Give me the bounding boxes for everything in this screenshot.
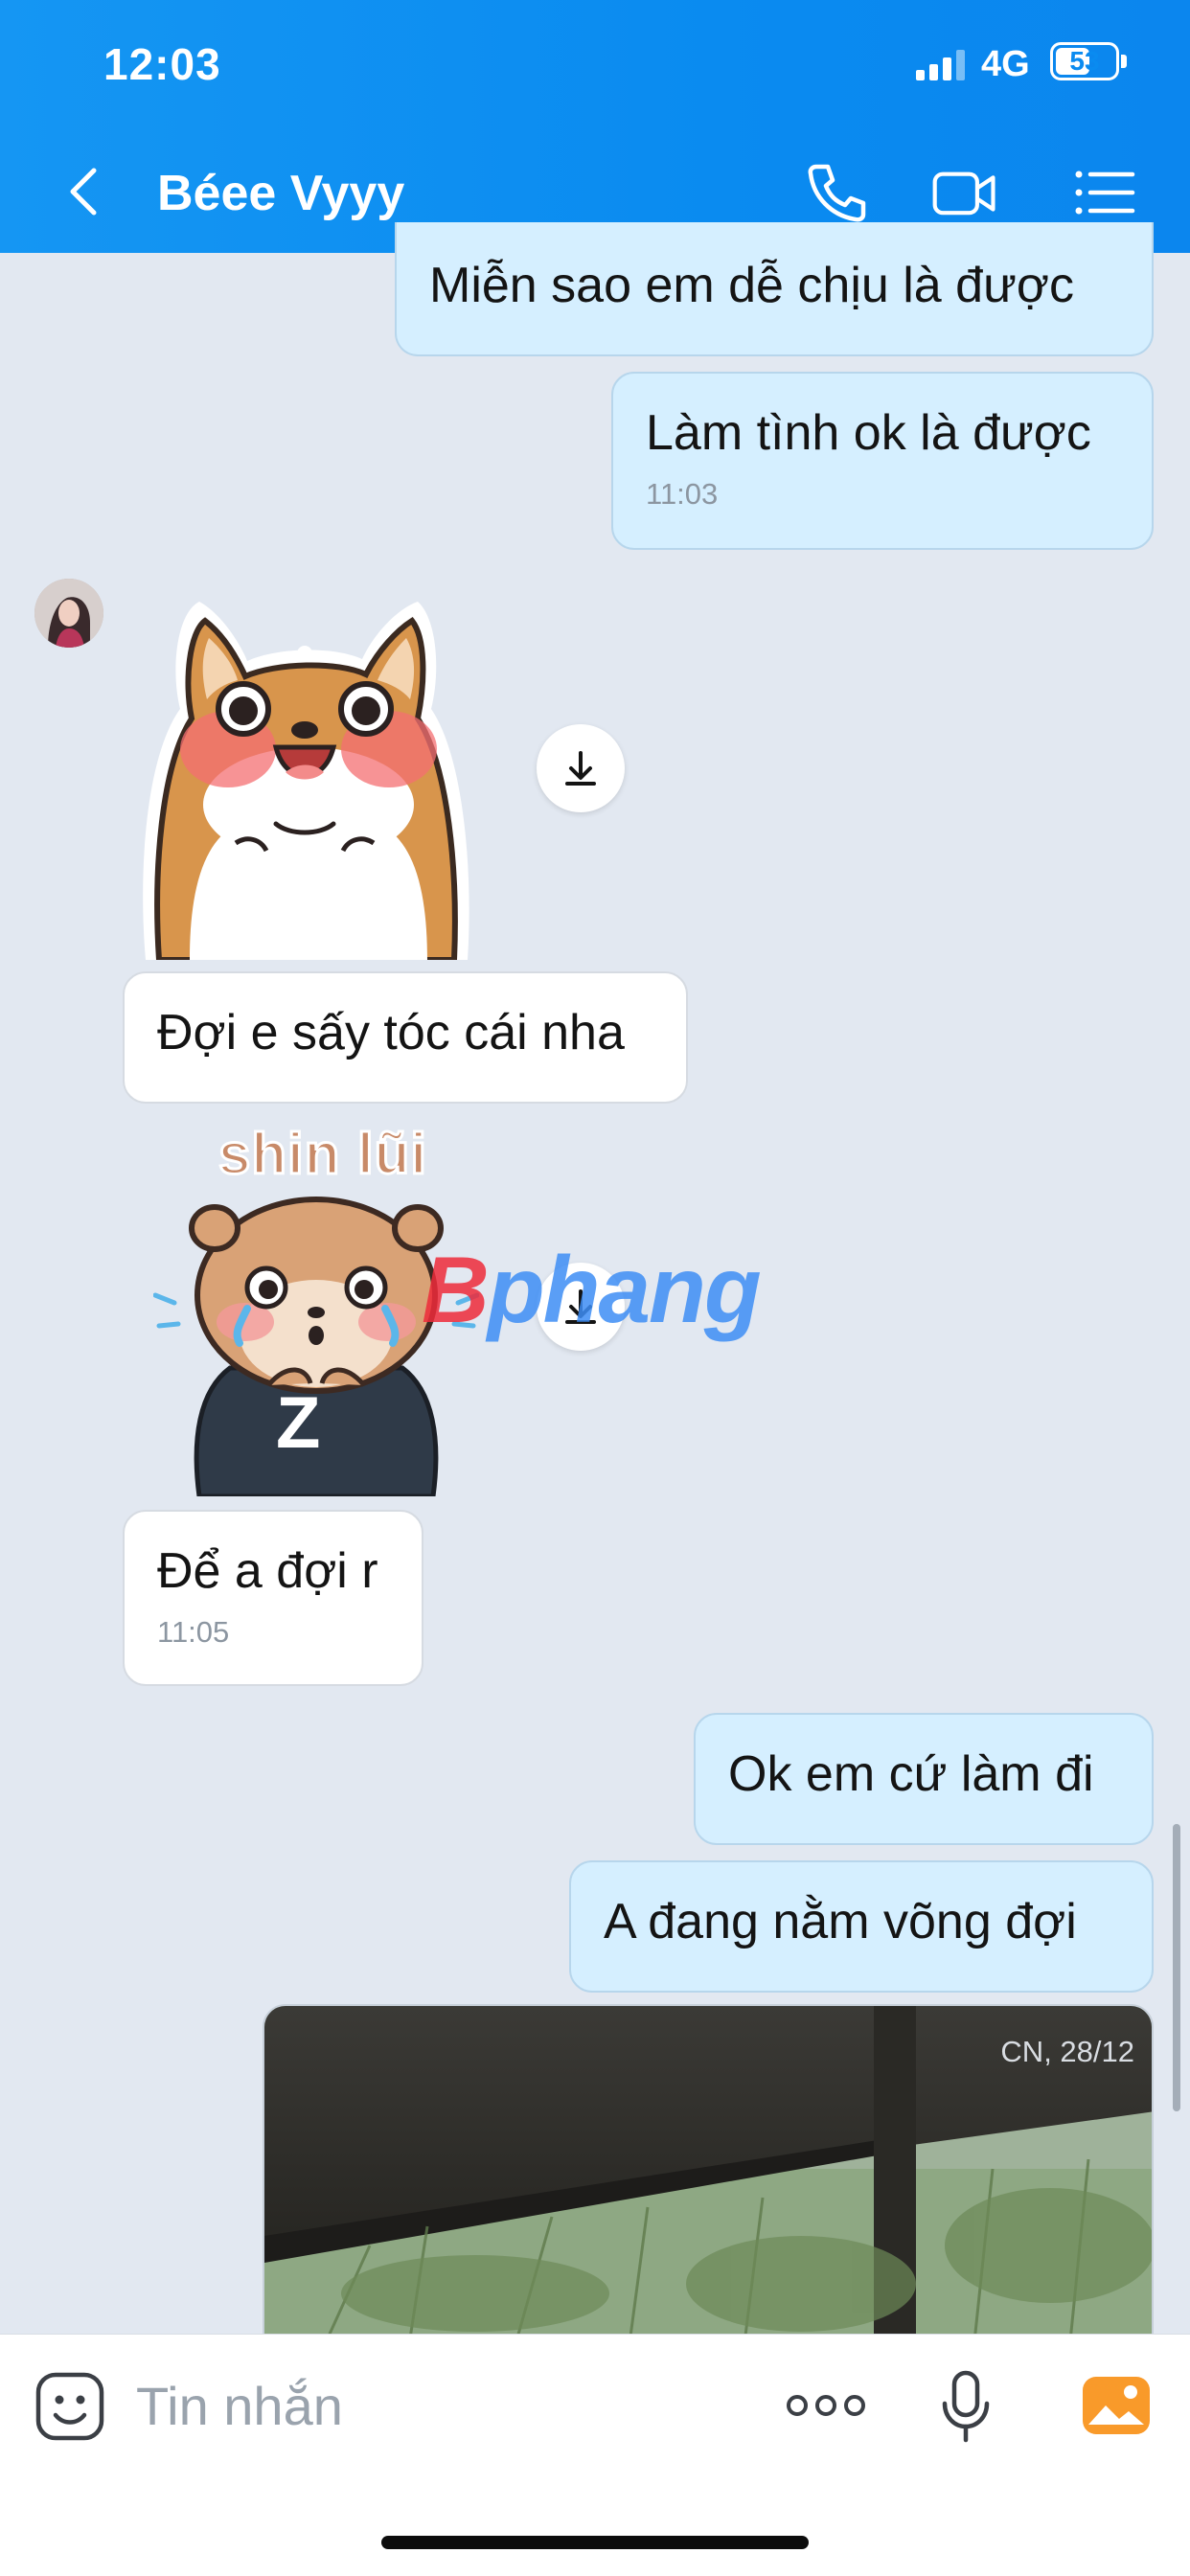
menu-list-icon[interactable] (1071, 159, 1138, 226)
battery-icon: 53 (1050, 42, 1119, 80)
status-time: 12:03 (103, 39, 221, 89)
message-text: Đợi e sấy tóc cái nha (157, 1005, 625, 1060)
message-incoming[interactable]: Đợi e sấy tóc cái nha (123, 971, 688, 1104)
network-type: 4G (981, 44, 1030, 84)
watermark-logo: Bphang (422, 1236, 762, 1344)
watermark-first: B (422, 1237, 490, 1342)
message-input[interactable]: Tin nhắn (136, 2375, 343, 2437)
battery-level: 53 (1069, 46, 1100, 76)
contact-name[interactable]: Béee Vyyy (157, 165, 404, 222)
message-outgoing[interactable]: Ok em cứ làm đi (694, 1713, 1154, 1845)
message-text: A đang nằm võng đợi (604, 1894, 1077, 1949)
photo-message[interactable]: CN, 28/12 (263, 2004, 1154, 2349)
shiba-sticker[interactable] (132, 584, 487, 960)
sticker-shirt-letter: Z (276, 1382, 321, 1464)
message-outgoing[interactable]: Miễn sao em dễ chịu là được (395, 222, 1154, 356)
message-time: 11:03 (646, 477, 719, 511)
message-outgoing[interactable]: A đang nằm võng đợi (569, 1860, 1154, 1993)
message-outgoing[interactable]: Làm tình ok là được 11:03 (611, 372, 1154, 550)
video-call-icon[interactable] (931, 159, 998, 226)
message-text: Làm tình ok là được (646, 405, 1091, 461)
scrollbar[interactable] (1173, 1824, 1180, 2111)
message-text: Để a đợi r (157, 1543, 378, 1599)
phone-call-icon[interactable] (803, 159, 870, 226)
photo-date: CN, 28/12 (1000, 2035, 1134, 2068)
sticker-caption: shin lũi (217, 1121, 428, 1188)
signal-icon (916, 50, 968, 80)
more-options-icon[interactable] (786, 2392, 866, 2419)
message-incoming[interactable]: Để a đợi r 11:05 (123, 1510, 423, 1686)
chat-header: 12:03 4G 53 Béee Vyyy (0, 0, 1190, 253)
contact-avatar[interactable] (34, 579, 103, 648)
home-indicator (381, 2536, 809, 2549)
message-time: 11:05 (157, 1615, 230, 1649)
microphone-icon[interactable] (939, 2369, 993, 2446)
back-arrow-icon[interactable] (57, 163, 115, 220)
image-picker-icon[interactable] (1081, 2375, 1152, 2436)
sticker-emoji-icon[interactable] (34, 2371, 105, 2442)
message-composer: Tin nhắn (0, 2334, 1190, 2576)
download-icon (565, 751, 596, 786)
watermark-rest: phang (487, 1237, 762, 1342)
message-text: Miễn sao em dễ chịu là được (429, 258, 1075, 313)
message-text: Ok em cứ làm đi (728, 1746, 1094, 1802)
download-button[interactable] (537, 724, 625, 812)
